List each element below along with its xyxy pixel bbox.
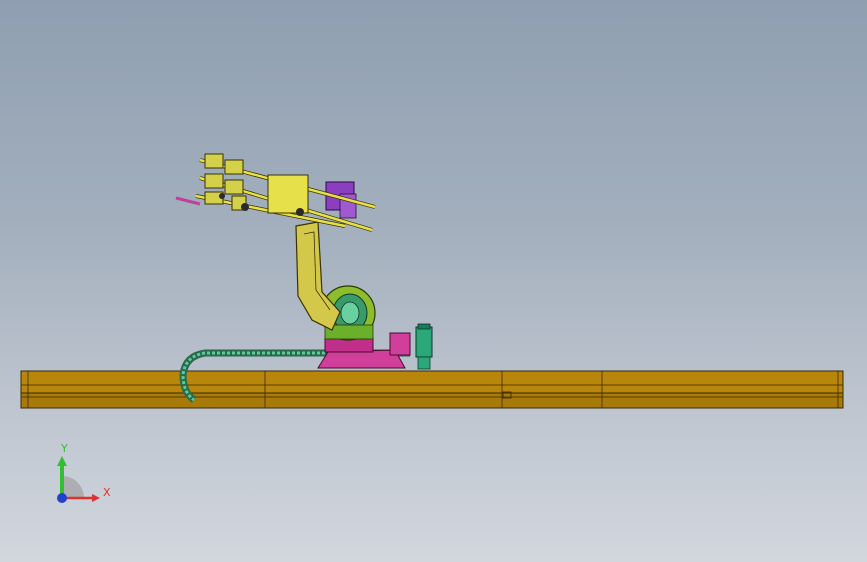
robot-lower-arm[interactable] <box>295 221 341 331</box>
cad-model-scene[interactable] <box>0 0 867 562</box>
graphics-viewport[interactable]: Y X <box>0 0 867 562</box>
control-cabinet[interactable] <box>415 323 433 370</box>
y-axis-head <box>57 456 67 466</box>
linear-track-rail[interactable] <box>20 370 844 409</box>
y-axis-label: Y <box>61 442 68 455</box>
triad-axes <box>57 456 100 503</box>
coordinate-triad: Y X <box>40 438 120 518</box>
x-axis-head <box>92 494 100 502</box>
x-axis-label: X <box>103 486 111 499</box>
z-axis-dot <box>57 493 67 503</box>
